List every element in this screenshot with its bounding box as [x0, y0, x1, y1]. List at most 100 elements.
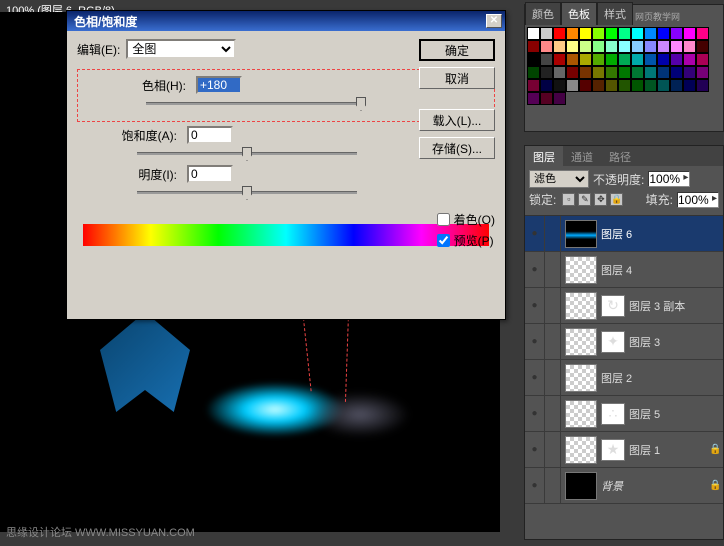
- link-column[interactable]: [545, 216, 561, 252]
- layer-row[interactable]: ∴图层 5: [525, 396, 723, 432]
- swatch[interactable]: [553, 92, 566, 105]
- load-button[interactable]: 载入(L)...: [419, 109, 495, 131]
- visibility-toggle[interactable]: [525, 288, 545, 324]
- layer-mask-thumbnail[interactable]: ↻: [601, 295, 625, 317]
- swatch[interactable]: [618, 27, 631, 40]
- swatch[interactable]: [631, 66, 644, 79]
- swatch[interactable]: [683, 79, 696, 92]
- lightness-input[interactable]: [187, 165, 233, 183]
- swatch[interactable]: [631, 53, 644, 66]
- swatch[interactable]: [644, 66, 657, 79]
- swatch[interactable]: [657, 53, 670, 66]
- layer-thumbnail[interactable]: [565, 292, 597, 320]
- swatch[interactable]: [631, 40, 644, 53]
- swatch[interactable]: [540, 79, 553, 92]
- swatch[interactable]: [553, 66, 566, 79]
- link-column[interactable]: [545, 396, 561, 432]
- visibility-toggle[interactable]: [525, 216, 545, 252]
- swatch[interactable]: [566, 27, 579, 40]
- link-column[interactable]: [545, 288, 561, 324]
- lightness-slider[interactable]: [137, 191, 357, 194]
- lock-all-icon[interactable]: 🔒: [610, 193, 623, 206]
- layer-row[interactable]: 图层 2: [525, 360, 723, 396]
- swatch[interactable]: [683, 40, 696, 53]
- swatch[interactable]: [579, 40, 592, 53]
- swatch[interactable]: [618, 66, 631, 79]
- swatch[interactable]: [540, 92, 553, 105]
- link-column[interactable]: [545, 468, 561, 504]
- layer-mask-thumbnail[interactable]: ★: [601, 439, 625, 461]
- swatch[interactable]: [592, 27, 605, 40]
- visibility-toggle[interactable]: [525, 468, 545, 504]
- swatch[interactable]: [618, 53, 631, 66]
- visibility-toggle[interactable]: [525, 396, 545, 432]
- swatch[interactable]: [540, 53, 553, 66]
- layer-name[interactable]: 图层 3: [629, 334, 723, 350]
- tab-color[interactable]: 颜色: [525, 2, 561, 25]
- cancel-button[interactable]: 取消: [419, 67, 495, 89]
- swatch[interactable]: [579, 66, 592, 79]
- layer-name[interactable]: 图层 6: [601, 226, 723, 242]
- swatch[interactable]: [644, 40, 657, 53]
- swatch[interactable]: [566, 40, 579, 53]
- preview-checkbox[interactable]: 预览(P): [437, 232, 495, 249]
- opacity-input[interactable]: 100%: [648, 171, 690, 187]
- layer-name[interactable]: 图层 1: [629, 442, 709, 458]
- swatch[interactable]: [696, 27, 709, 40]
- ok-button[interactable]: 确定: [419, 39, 495, 61]
- swatch[interactable]: [644, 27, 657, 40]
- visibility-toggle[interactable]: [525, 324, 545, 360]
- swatch[interactable]: [527, 79, 540, 92]
- colorize-checkbox[interactable]: 着色(O): [437, 211, 495, 228]
- swatch[interactable]: [605, 66, 618, 79]
- swatch[interactable]: [657, 66, 670, 79]
- swatch[interactable]: [605, 53, 618, 66]
- save-button[interactable]: 存储(S)...: [419, 137, 495, 159]
- layer-name[interactable]: 背景: [601, 478, 709, 494]
- swatch[interactable]: [592, 40, 605, 53]
- swatch[interactable]: [605, 40, 618, 53]
- swatch[interactable]: [644, 79, 657, 92]
- layer-row[interactable]: 图层 6: [525, 216, 723, 252]
- hue-slider[interactable]: [146, 102, 366, 105]
- swatch[interactable]: [592, 66, 605, 79]
- swatch[interactable]: [540, 27, 553, 40]
- edit-select[interactable]: 全图: [126, 39, 236, 59]
- swatch[interactable]: [631, 79, 644, 92]
- layer-thumbnail[interactable]: [565, 472, 597, 500]
- swatch[interactable]: [683, 66, 696, 79]
- visibility-toggle[interactable]: [525, 252, 545, 288]
- layer-thumbnail[interactable]: [565, 436, 597, 464]
- layer-name[interactable]: 图层 2: [601, 370, 723, 386]
- swatch[interactable]: [579, 27, 592, 40]
- tab-channels[interactable]: 通道: [563, 146, 601, 166]
- layer-thumbnail[interactable]: [565, 220, 597, 248]
- swatch[interactable]: [540, 40, 553, 53]
- tab-paths[interactable]: 路径: [601, 146, 639, 166]
- layer-name[interactable]: 图层 4: [601, 262, 723, 278]
- swatch[interactable]: [553, 27, 566, 40]
- saturation-slider[interactable]: [137, 152, 357, 155]
- tab-layers[interactable]: 图层: [525, 146, 563, 166]
- swatch[interactable]: [670, 66, 683, 79]
- fill-input[interactable]: 100%: [677, 192, 719, 208]
- tab-swatch[interactable]: 色板: [561, 2, 597, 25]
- hue-input[interactable]: [196, 76, 242, 94]
- swatch[interactable]: [527, 40, 540, 53]
- swatch[interactable]: [605, 79, 618, 92]
- swatch[interactable]: [618, 40, 631, 53]
- tab-style[interactable]: 样式: [597, 2, 633, 25]
- swatch[interactable]: [553, 79, 566, 92]
- link-column[interactable]: [545, 324, 561, 360]
- dialog-titlebar[interactable]: 色相/饱和度 ✕: [67, 11, 505, 31]
- layer-thumbnail[interactable]: [565, 256, 597, 284]
- layer-row[interactable]: 图层 4: [525, 252, 723, 288]
- swatch[interactable]: [566, 66, 579, 79]
- swatch[interactable]: [657, 40, 670, 53]
- swatch[interactable]: [579, 79, 592, 92]
- saturation-input[interactable]: [187, 126, 233, 144]
- layer-thumbnail[interactable]: [565, 328, 597, 356]
- swatch[interactable]: [683, 27, 696, 40]
- visibility-toggle[interactable]: [525, 360, 545, 396]
- swatch[interactable]: [670, 53, 683, 66]
